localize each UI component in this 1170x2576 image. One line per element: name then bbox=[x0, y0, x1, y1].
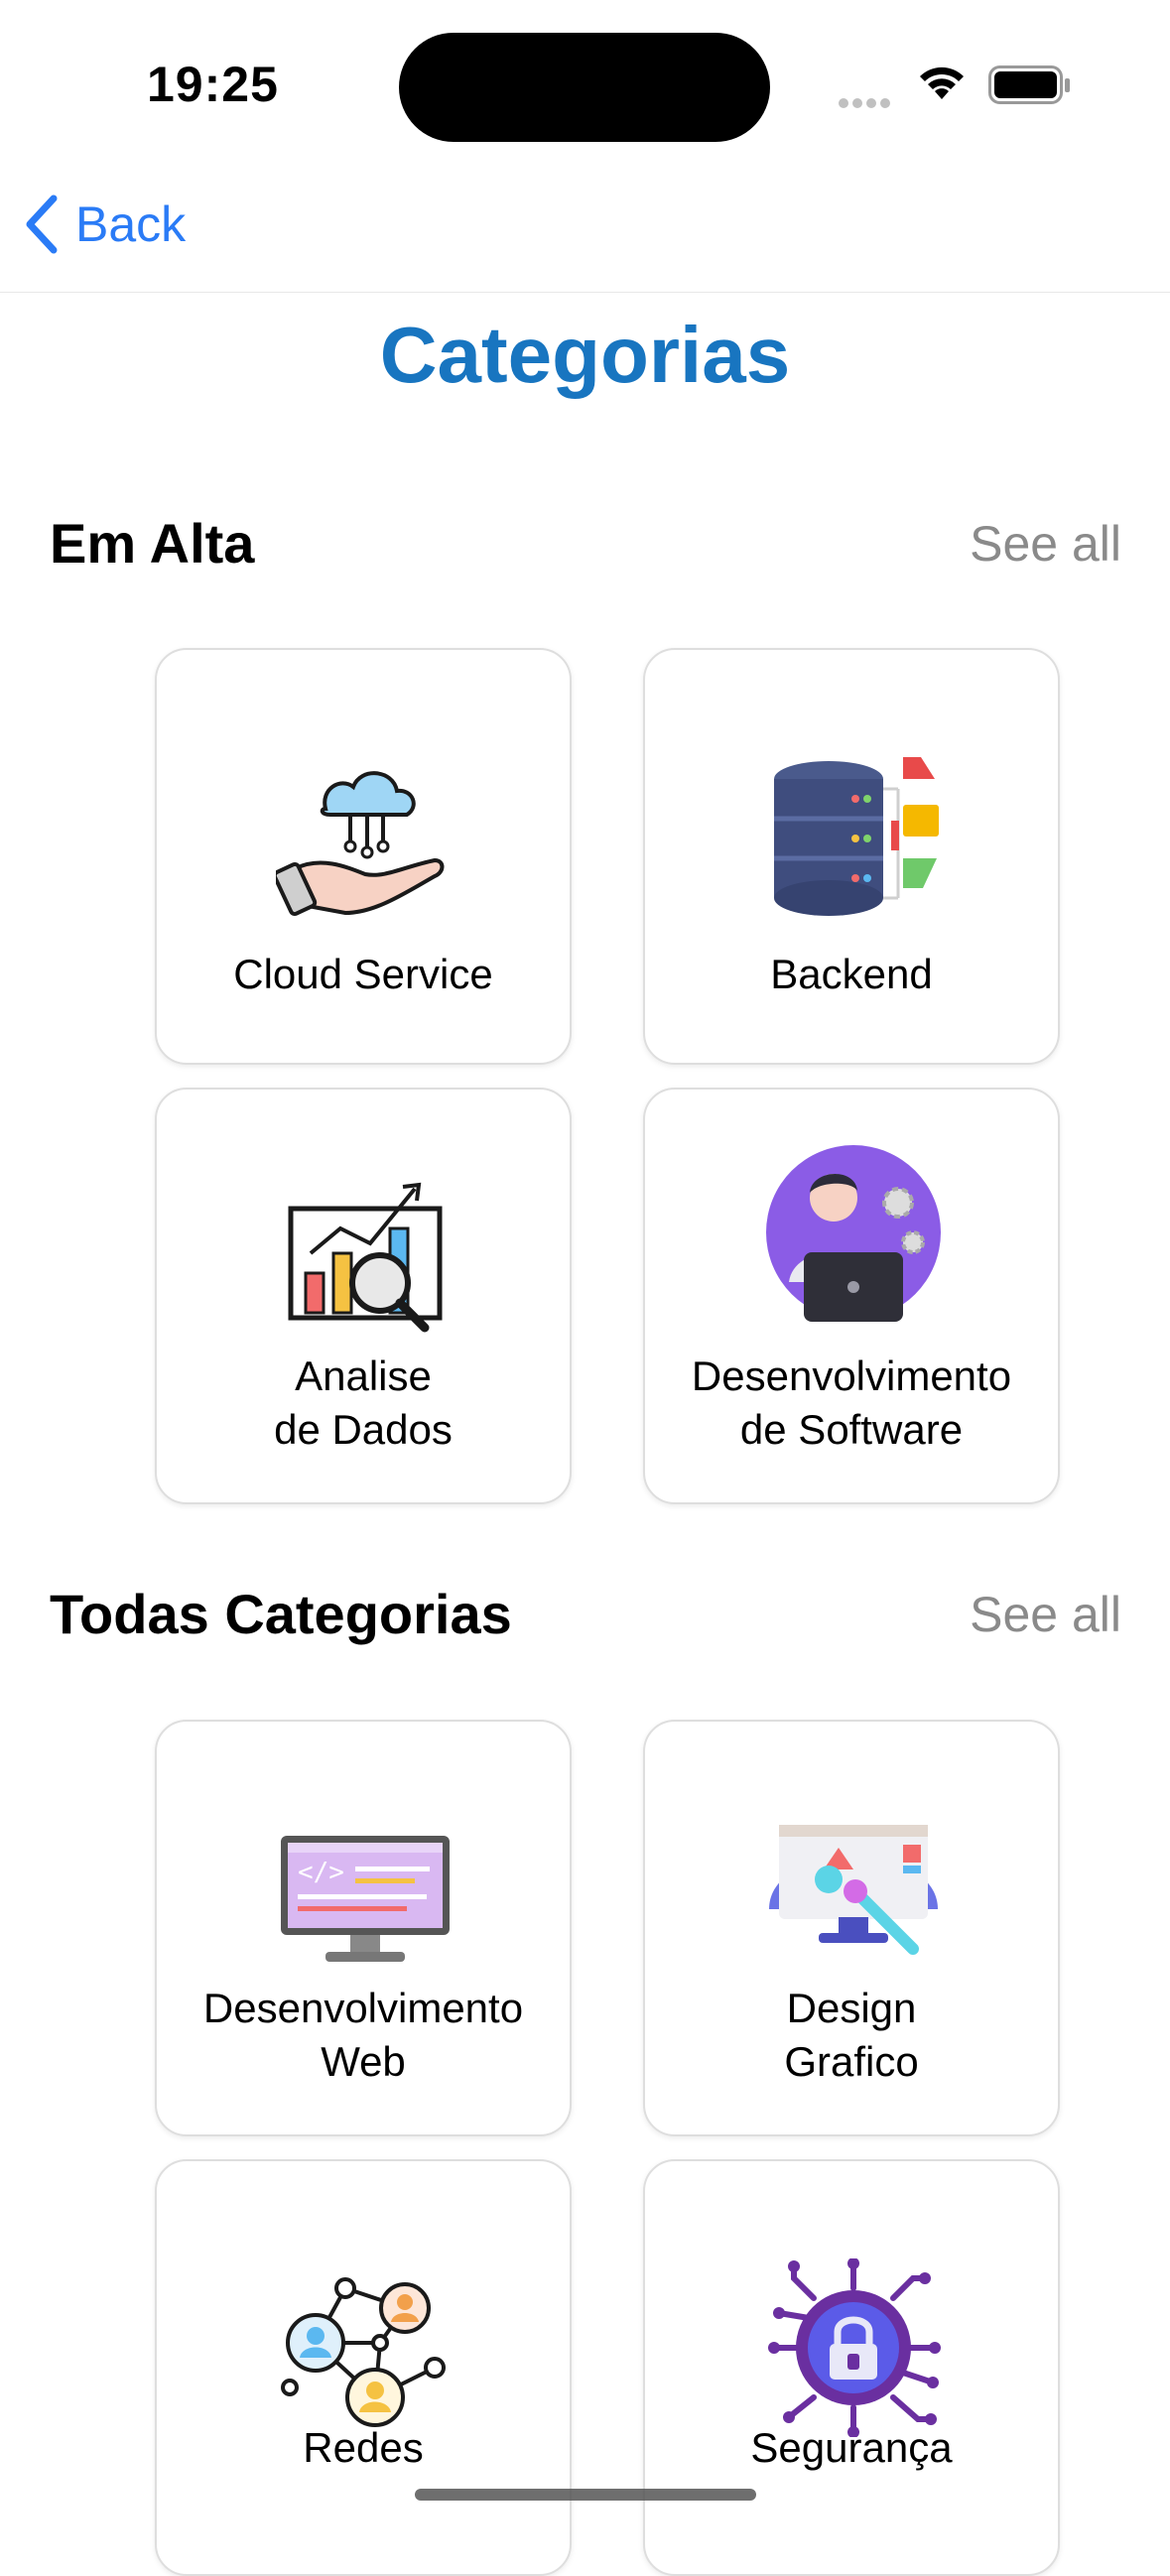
server-database-icon bbox=[774, 757, 939, 916]
page-title: Categorias bbox=[379, 311, 791, 399]
back-button[interactable]: Back bbox=[24, 194, 186, 254]
card-label: Design Grafico bbox=[784, 1985, 919, 2085]
card-label: Analise de Dados bbox=[274, 1352, 453, 1453]
home-indicator[interactable] bbox=[415, 2489, 756, 2501]
web-monitor-icon: </> bbox=[281, 1836, 450, 1962]
status-bar: 19:25 bbox=[0, 0, 1170, 169]
back-label: Back bbox=[75, 196, 187, 252]
security-lock-icon bbox=[768, 2258, 941, 2437]
cellular-signal-icon bbox=[839, 95, 894, 113]
section-title: Em Alta bbox=[50, 512, 255, 575]
graphic-design-icon bbox=[769, 1825, 938, 1955]
card-label: Segurança bbox=[750, 2424, 953, 2471]
category-card-backend[interactable]: Backend bbox=[643, 648, 1060, 1065]
category-card-analise-de-dados[interactable]: Analise de Dados bbox=[155, 1088, 572, 1504]
see-all-button[interactable]: See all bbox=[970, 515, 1121, 573]
dynamic-island bbox=[399, 33, 770, 142]
category-card-redes[interactable]: Redes bbox=[155, 2159, 572, 2576]
card-label: Cloud Service bbox=[233, 951, 493, 997]
section-header-todas-categorias: Todas Categorias See all bbox=[50, 1582, 1121, 1661]
category-card-cloud-service[interactable]: Cloud Service bbox=[155, 648, 572, 1065]
card-label: Desenvolvimento de Software bbox=[691, 1352, 1012, 1453]
data-chart-icon bbox=[288, 1182, 443, 1333]
category-card-desenvolvimento-de-software[interactable]: Desenvolvimento de Software bbox=[643, 1088, 1060, 1504]
see-all-button[interactable]: See all bbox=[970, 1586, 1121, 1643]
navigation-bar: Back bbox=[0, 169, 1170, 293]
cloud-hand-icon bbox=[276, 771, 445, 917]
wifi-icon bbox=[920, 66, 964, 99]
section-header-em-alta: Em Alta See all bbox=[50, 511, 1121, 590]
chevron-left-icon bbox=[26, 194, 58, 254]
software-developer-icon bbox=[766, 1145, 941, 1322]
card-label: Backend bbox=[770, 951, 933, 997]
battery-icon bbox=[988, 65, 1070, 104]
network-people-icon bbox=[281, 2277, 446, 2427]
svg-text:</>: </> bbox=[298, 1858, 344, 1887]
card-label: Redes bbox=[303, 2424, 424, 2471]
card-label: Desenvolvimento Web bbox=[202, 1985, 524, 2085]
category-card-desenvolvimento-web[interactable]: </> Desenvolvimento Web bbox=[155, 1720, 572, 2136]
section-title: Todas Categorias bbox=[50, 1583, 512, 1645]
category-card-design-grafico[interactable]: Design Grafico bbox=[643, 1720, 1060, 2136]
category-card-seguranca[interactable]: Segurança bbox=[643, 2159, 1060, 2576]
status-time: 19:25 bbox=[147, 57, 279, 112]
